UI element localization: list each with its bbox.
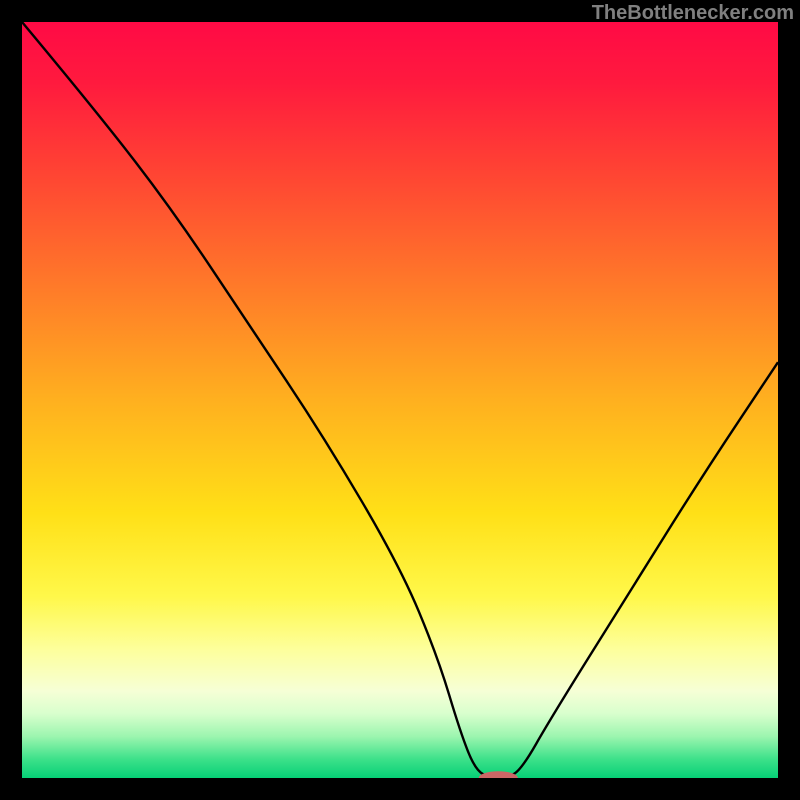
bottleneck-chart	[22, 22, 778, 778]
gradient-background	[22, 22, 778, 778]
chart-frame: TheBottlenecker.com	[0, 0, 800, 800]
plot-area	[22, 22, 778, 778]
